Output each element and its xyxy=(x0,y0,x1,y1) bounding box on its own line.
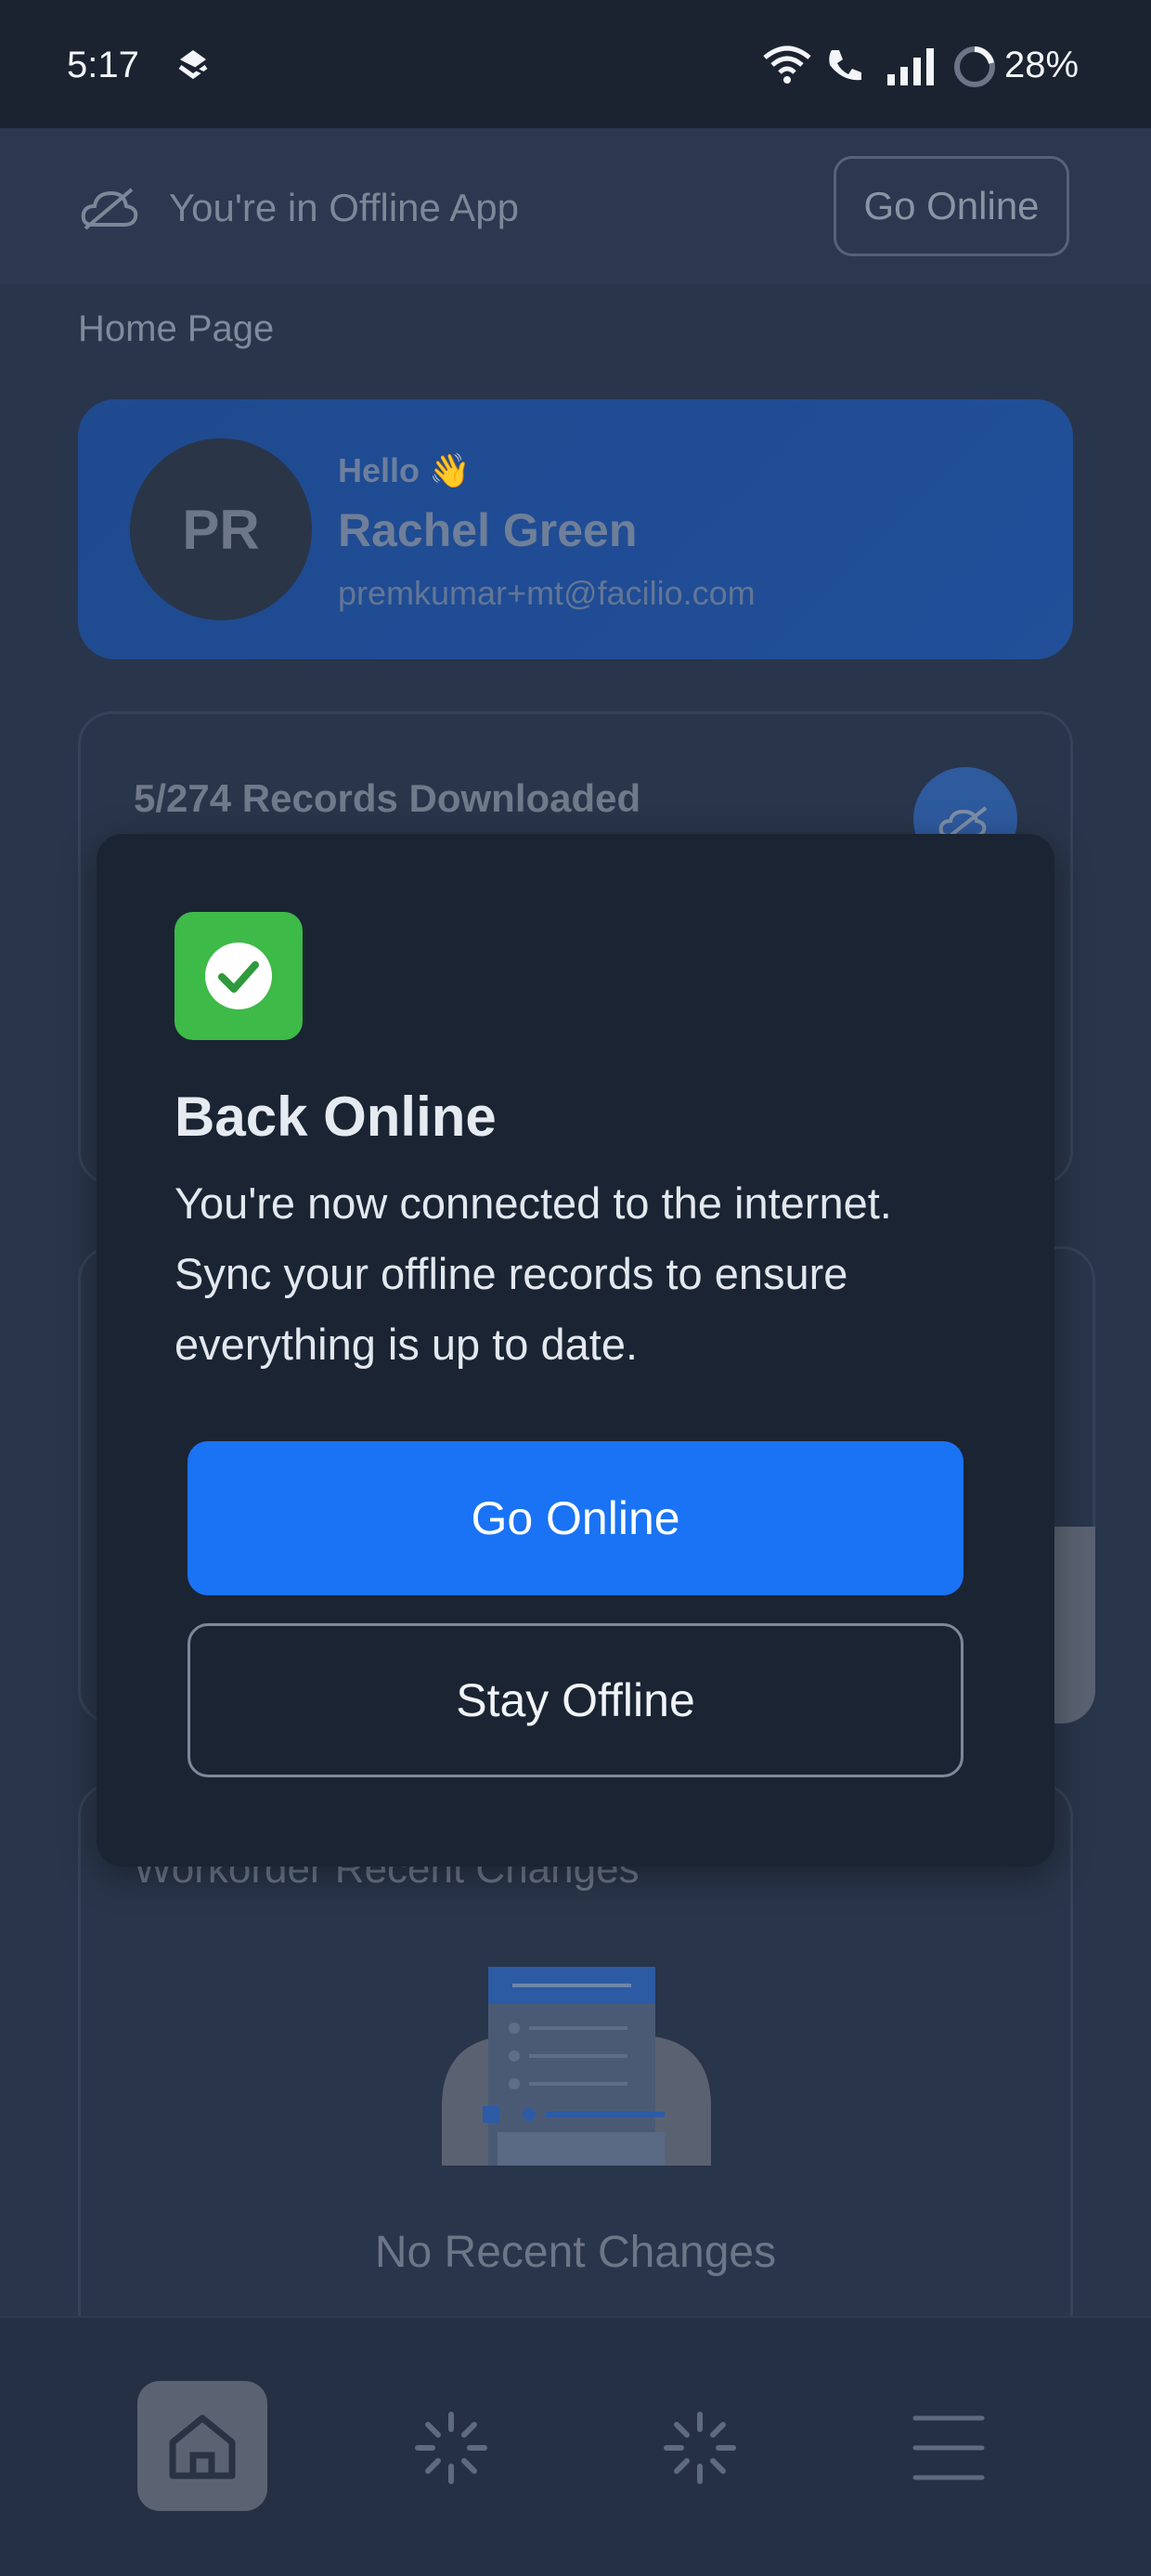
success-check-icon xyxy=(175,912,303,1040)
wifi-icon xyxy=(761,45,813,85)
loading-icon[interactable] xyxy=(663,2411,737,2485)
greeting: Hello 👋 xyxy=(338,451,471,489)
menu-icon[interactable] xyxy=(910,2413,988,2483)
go-online-header-button[interactable]: Go Online xyxy=(834,156,1069,256)
wifi-call-icon xyxy=(824,45,865,85)
user-name: Rachel Green xyxy=(338,504,638,556)
dialog-message: You're now connected to the internet. Sy… xyxy=(175,1178,892,1369)
battery-percentage: 28% xyxy=(1004,45,1080,85)
avatar: PR xyxy=(130,438,312,620)
stay-offline-button[interactable]: Stay Offline xyxy=(188,1623,963,1777)
status-time: 5:17 xyxy=(67,45,139,85)
loading-icon[interactable] xyxy=(414,2411,488,2485)
cloud-off-icon xyxy=(80,184,139,232)
page-title: Home Page xyxy=(78,308,275,349)
offline-message: You're in Offline App xyxy=(169,186,519,229)
user-email: premkumar+mt@facilio.com xyxy=(338,574,756,612)
app-notification-icon xyxy=(175,46,212,84)
dialog-title: Back Online xyxy=(175,1086,497,1148)
records-status: 5/274 Records Downloaded xyxy=(134,776,641,820)
battery-ring-icon xyxy=(952,45,997,89)
home-icon xyxy=(169,2414,236,2479)
signal-icon xyxy=(886,46,938,87)
empty-state-illustration xyxy=(442,1967,711,2166)
nav-home-tab[interactable] xyxy=(137,2381,267,2511)
empty-state-text: No Recent Changes xyxy=(374,2228,777,2277)
go-online-button[interactable]: Go Online xyxy=(188,1441,963,1595)
